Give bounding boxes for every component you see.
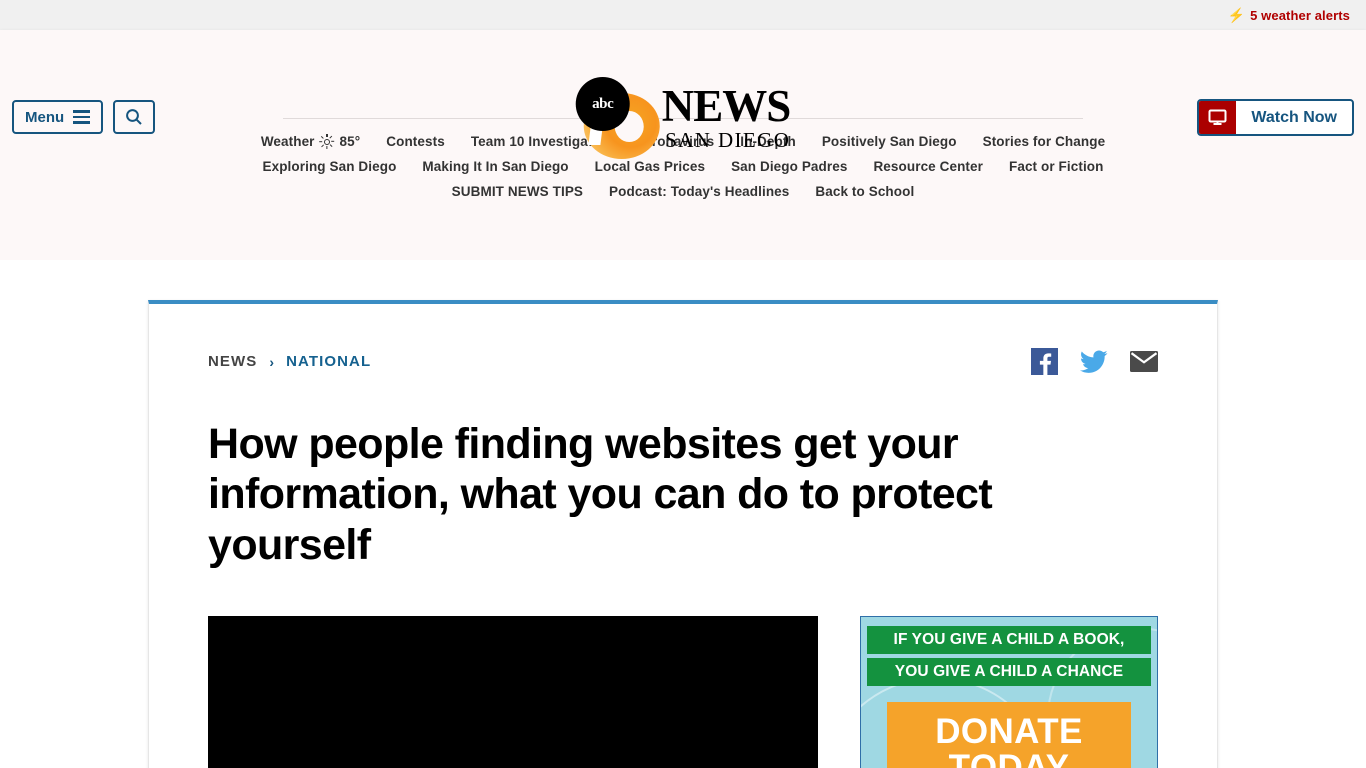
weather-alerts-link[interactable]: ⚡ 5 weather alerts <box>1228 8 1350 23</box>
nav-row-3: SUBMIT NEWS TIPS Podcast: Today's Headli… <box>283 179 1083 204</box>
menu-button-label: Menu <box>25 108 65 126</box>
nav-item-back-to-school[interactable]: Back to School <box>815 184 914 199</box>
nav-item-san-diego-padres[interactable]: San Diego Padres <box>731 159 847 174</box>
nav-weather-temp: 85° <box>339 134 361 149</box>
site-logo[interactable]: abc NEWS SAN DIEGO <box>575 77 792 161</box>
ad-headline-line-1: IF YOU GIVE A CHILD A BOOK, <box>867 625 1151 654</box>
nav-item-local-gas-prices[interactable]: Local Gas Prices <box>595 159 705 174</box>
share-email-button[interactable] <box>1130 351 1158 372</box>
nav-item-fact-or-fiction[interactable]: Fact or Fiction <box>1009 159 1104 174</box>
page-body: NEWS › NATIONAL How people finding websi… <box>0 260 1366 768</box>
logo-market-text: SAN DIEGO <box>665 128 791 153</box>
nav-item-resource-center[interactable]: Resource Center <box>873 159 983 174</box>
breadcrumb-national[interactable]: NATIONAL <box>286 353 371 370</box>
lightning-bolt-icon: ⚡ <box>1227 7 1246 23</box>
article-headline: How people finding websites get your inf… <box>208 420 993 569</box>
email-icon <box>1130 351 1158 372</box>
watch-now-label: Watch Now <box>1251 108 1337 126</box>
hamburger-icon <box>73 110 91 124</box>
ad-cta-line-1: DONATE <box>935 711 1083 751</box>
facebook-icon <box>1031 348 1058 375</box>
nav-item-weather[interactable]: Weather 85° <box>261 134 360 149</box>
nav-item-exploring-san-diego[interactable]: Exploring San Diego <box>263 159 397 174</box>
search-button[interactable] <box>113 100 156 134</box>
nav-item-contests[interactable]: Contests <box>386 134 445 149</box>
logo-wordmark: NEWS SAN DIEGO <box>661 80 792 153</box>
nav-weather-label: Weather <box>260 134 315 149</box>
article-card-inner: NEWS › NATIONAL How people finding websi… <box>149 304 1217 768</box>
weather-alert-bar: ⚡ 5 weather alerts <box>0 0 1366 30</box>
logo-news-text: NEWS <box>661 80 792 131</box>
video-player[interactable] <box>208 615 818 768</box>
ad-headline-line-2: YOU GIVE A CHILD A CHANCE <box>867 657 1151 686</box>
share-twitter-button[interactable] <box>1080 350 1108 373</box>
nav-item-positively-san-diego[interactable]: Positively San Diego <box>822 134 957 149</box>
ad-cta-line-2: TODAY <box>948 748 1070 768</box>
breadcrumb: NEWS › NATIONAL <box>208 353 371 370</box>
logo-mark: abc <box>575 77 666 161</box>
watch-icon-box <box>1199 101 1237 134</box>
abc-badge: abc <box>575 77 630 131</box>
header-top-row: Menu abc NEWS SAN DIEGO Watch Now <box>0 30 1366 159</box>
advertisement[interactable]: IF YOU GIVE A CHILD A BOOK, YOU GIVE A C… <box>860 615 1158 768</box>
nav-item-stories-for-change[interactable]: Stories for Change <box>983 134 1106 149</box>
share-buttons <box>1031 348 1158 375</box>
nav-item-making-it-in-san-diego[interactable]: Making It In San Diego <box>422 159 568 174</box>
breadcrumb-and-share-row: NEWS › NATIONAL <box>208 348 1158 375</box>
twitter-icon <box>1080 350 1108 373</box>
sun-icon <box>319 134 335 149</box>
weather-alerts-label: 5 weather alerts <box>1250 7 1350 23</box>
menu-button[interactable]: Menu <box>12 100 104 134</box>
site-header: Menu abc NEWS SAN DIEGO Watch Now Weathe… <box>0 30 1366 260</box>
watch-now-button[interactable]: Watch Now <box>1197 99 1354 136</box>
share-facebook-button[interactable] <box>1031 348 1058 375</box>
nav-item-submit-news-tips[interactable]: SUBMIT NEWS TIPS <box>452 184 583 199</box>
tv-monitor-icon <box>1208 109 1227 125</box>
chevron-right-icon: › <box>269 353 275 370</box>
nav-item-podcast-todays-headlines[interactable]: Podcast: Today's Headlines <box>609 184 789 199</box>
search-icon <box>126 109 142 125</box>
article-content-row: IF YOU GIVE A CHILD A BOOK, YOU GIVE A C… <box>208 615 1158 768</box>
ad-donate-cta[interactable]: DONATE TODAY <box>887 701 1131 768</box>
breadcrumb-news[interactable]: NEWS <box>208 353 257 370</box>
header-left-buttons: Menu <box>12 100 156 134</box>
article-card: NEWS › NATIONAL How people finding websi… <box>148 300 1218 768</box>
